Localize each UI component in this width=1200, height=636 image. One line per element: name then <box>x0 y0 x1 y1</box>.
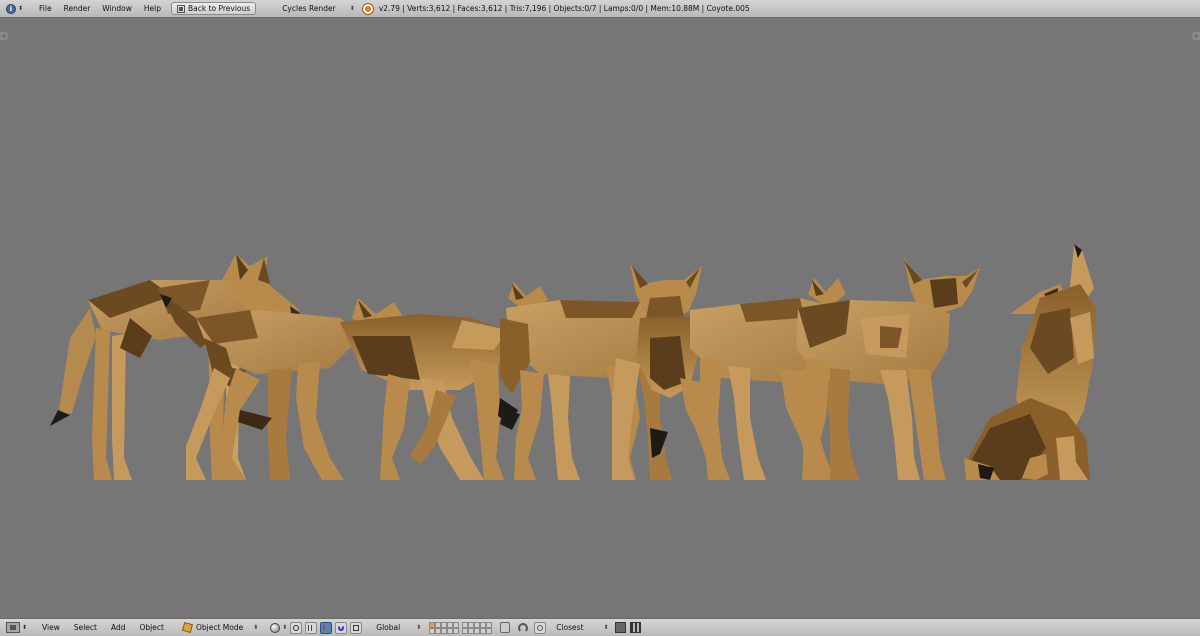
chevron-updown-icon: ⬍ <box>416 624 422 631</box>
interaction-mode-label: Object Mode <box>195 623 244 632</box>
snap-toggle-icon[interactable] <box>534 621 547 634</box>
object-mode-icon <box>181 621 193 634</box>
translate-manipulator-icon[interactable] <box>320 621 333 634</box>
menu-view[interactable]: View <box>35 619 67 636</box>
render-engine-selector[interactable]: Cycles Render <box>278 0 340 17</box>
proportional-editing-icon[interactable] <box>518 622 529 633</box>
coyote-3[interactable] <box>340 298 518 480</box>
interaction-mode-selector[interactable]: Object Mode ⬍ <box>179 621 262 634</box>
blender-window: i ⬍ File Render Window Help Back to Prev… <box>0 0 1200 636</box>
back-to-previous-label: Back to Previous <box>187 4 251 13</box>
menu-select[interactable]: Select <box>67 619 104 636</box>
scene-statistics: v2.79 | Verts:3,612 | Faces:3,612 | Tris… <box>378 3 750 13</box>
menu-window[interactable]: Window <box>96 0 138 17</box>
coyote-models[interactable] <box>0 18 1200 618</box>
transform-orientation-selector[interactable]: Global <box>372 619 404 636</box>
layer-toggle[interactable] <box>453 627 460 634</box>
blender-logo-icon <box>362 3 373 14</box>
screen-back-icon <box>176 4 185 13</box>
scale-manipulator-icon[interactable] <box>350 621 363 634</box>
menu-help[interactable]: Help <box>138 0 167 17</box>
scene-layers[interactable] <box>429 621 493 634</box>
opengl-render-animation-icon[interactable] <box>629 622 641 633</box>
chevron-updown-icon: ⬍ <box>603 624 609 631</box>
back-to-previous-button[interactable]: Back to Previous <box>170 2 257 15</box>
menu-object[interactable]: Object <box>133 619 171 636</box>
manipulate-center-points-icon[interactable] <box>305 621 318 634</box>
opengl-render-image-icon[interactable] <box>614 622 626 633</box>
chevron-updown-icon: ⬍ <box>18 5 24 12</box>
coyote-8[interactable] <box>964 244 1096 480</box>
info-header: i ⬍ File Render Window Help Back to Prev… <box>0 0 1200 18</box>
3d-viewport[interactable]: + + <box>0 18 1200 618</box>
editor-type-selector[interactable]: i ⬍ <box>6 3 23 15</box>
menu-add[interactable]: Add <box>104 619 133 636</box>
lock-camera-icon[interactable] <box>500 622 511 633</box>
chevron-updown-icon: ⬍ <box>282 624 288 631</box>
pivot-point-icon[interactable] <box>290 621 303 634</box>
3d-view-icon[interactable] <box>6 622 20 633</box>
chevron-updown-icon: ⬍ <box>22 624 28 631</box>
chevron-updown-icon: ⬍ <box>349 5 355 12</box>
menu-render[interactable]: Render <box>58 0 97 17</box>
menu-file[interactable]: File <box>33 0 58 17</box>
layer-toggle[interactable] <box>486 627 493 634</box>
viewport-shading-icon[interactable] <box>270 622 281 633</box>
chevron-updown-icon: ⬍ <box>253 624 259 631</box>
info-icon: i <box>6 3 16 14</box>
rotate-manipulator-icon[interactable] <box>335 621 348 634</box>
snap-target-selector[interactable]: Closest <box>556 619 583 636</box>
3d-view-header: ⬍ View Select Add Object Object Mode ⬍ ⬍… <box>0 618 1200 636</box>
coyote-2[interactable] <box>160 294 362 480</box>
